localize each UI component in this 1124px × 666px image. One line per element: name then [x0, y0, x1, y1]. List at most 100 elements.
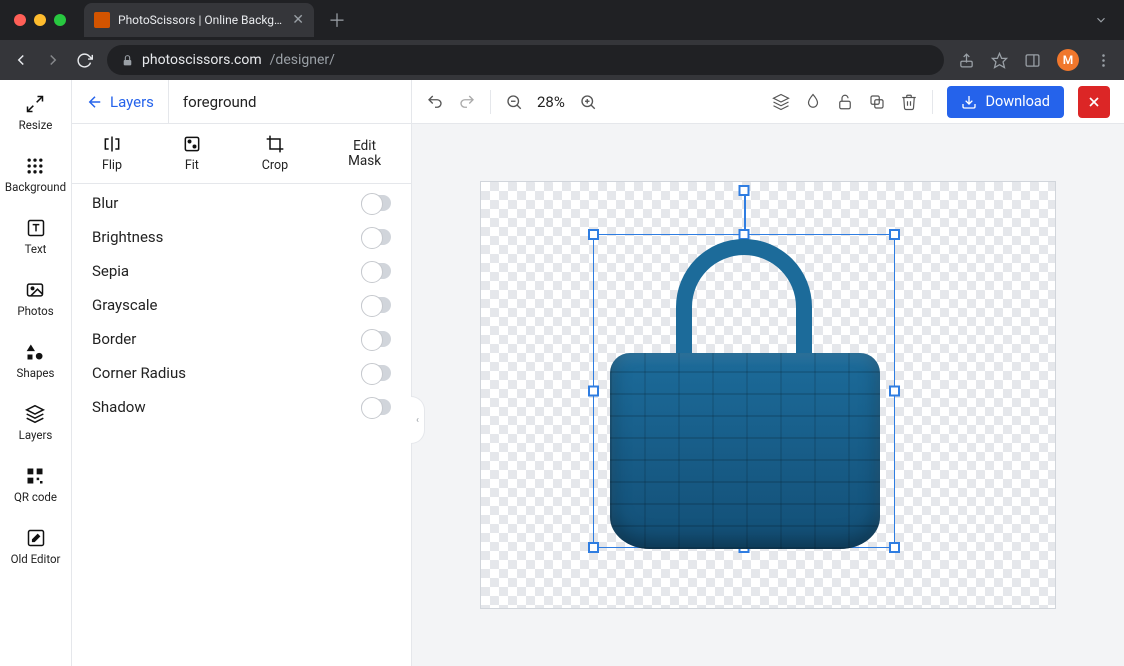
toggle-brightness: Brightness — [92, 228, 391, 246]
close-icon — [1086, 94, 1102, 110]
crop-icon — [265, 134, 285, 154]
artboard[interactable] — [480, 181, 1056, 609]
rotation-handle[interactable] — [739, 185, 750, 196]
flip-button[interactable]: Flip — [102, 134, 122, 173]
close-tab-icon[interactable]: ✕ — [292, 12, 304, 28]
minimize-window-icon[interactable] — [34, 14, 46, 26]
grid-icon — [25, 156, 45, 176]
window-controls[interactable] — [14, 14, 66, 26]
toggle-label: Shadow — [92, 398, 146, 416]
resize-handle-bl[interactable] — [588, 542, 599, 553]
undo-icon[interactable] — [426, 93, 444, 111]
profile-avatar[interactable]: M — [1057, 49, 1079, 71]
transform-tools: Flip Fit Crop Edit Mask — [72, 124, 411, 184]
selection-box[interactable] — [593, 234, 895, 548]
rail-text[interactable]: Text — [25, 218, 47, 256]
forward-icon[interactable] — [44, 51, 62, 69]
arrow-left-icon — [86, 93, 104, 111]
handbag-body-shape — [610, 353, 880, 549]
flip-icon — [102, 134, 122, 154]
switch-sepia[interactable] — [361, 263, 391, 279]
toggle-label: Brightness — [92, 228, 163, 246]
toggle-grayscale: Grayscale — [92, 296, 391, 314]
layers-icon[interactable] — [772, 93, 790, 111]
unlock-icon[interactable] — [836, 93, 854, 111]
toggle-list: Blur Brightness Sepia Grayscale Border C… — [72, 184, 411, 426]
close-window-icon[interactable] — [14, 14, 26, 26]
browser-right-icons: M — [958, 49, 1112, 71]
kebab-menu-icon[interactable] — [1095, 52, 1112, 69]
address-bar[interactable]: photoscissors.com/designer/ — [107, 45, 944, 75]
rail-resize[interactable]: Resize — [19, 94, 53, 132]
app-body: Resize Background Text Photos Shapes Lay… — [0, 80, 1124, 666]
panel-icon[interactable] — [1024, 52, 1041, 69]
resize-handle-r[interactable] — [889, 386, 900, 397]
switch-corner-radius[interactable] — [361, 365, 391, 381]
rail-label: Photos — [17, 304, 53, 318]
qrcode-icon — [25, 466, 45, 486]
rail-background[interactable]: Background — [5, 156, 66, 194]
tab-title: PhotoScissors | Online Backgr… — [118, 13, 284, 27]
back-to-layers-button[interactable]: Layers — [72, 93, 168, 111]
rail-photos[interactable]: Photos — [17, 280, 53, 318]
resize-handle-tl[interactable] — [588, 229, 599, 240]
new-tab-button[interactable]: ＋ — [328, 7, 346, 33]
foreground-image[interactable] — [604, 235, 886, 549]
rail-layers[interactable]: Layers — [19, 404, 53, 442]
switch-border[interactable] — [361, 331, 391, 347]
zoom-out-icon[interactable] — [505, 93, 523, 111]
toggle-blur: Blur — [92, 194, 391, 212]
resize-icon — [25, 94, 45, 114]
panel-header: Layers foreground — [72, 80, 411, 124]
toggle-shadow: Shadow — [92, 398, 391, 416]
separator — [932, 90, 933, 114]
switch-brightness[interactable] — [361, 229, 391, 245]
download-icon — [961, 94, 977, 110]
copy-icon[interactable] — [868, 93, 886, 111]
rail-label: Shapes — [17, 366, 55, 380]
browser-chrome: PhotoScissors | Online Backgr… ✕ ＋ photo… — [0, 0, 1124, 80]
toggle-label: Sepia — [92, 262, 129, 280]
tool-label: Fit — [185, 158, 199, 173]
left-rail: Resize Background Text Photos Shapes Lay… — [0, 80, 72, 666]
switch-grayscale[interactable] — [361, 297, 391, 313]
close-editor-button[interactable] — [1078, 86, 1110, 118]
reload-icon[interactable] — [76, 52, 93, 69]
share-icon[interactable] — [958, 52, 975, 69]
toggle-label: Blur — [92, 194, 118, 212]
resize-handle-br[interactable] — [889, 542, 900, 553]
toggle-label: Corner Radius — [92, 364, 186, 382]
maximize-window-icon[interactable] — [54, 14, 66, 26]
switch-blur[interactable] — [361, 195, 391, 211]
droplet-icon[interactable] — [804, 93, 822, 111]
tool-label: Edit Mask — [348, 139, 381, 169]
tab-strip: PhotoScissors | Online Backgr… ✕ ＋ — [0, 0, 1124, 40]
browser-tab[interactable]: PhotoScissors | Online Backgr… ✕ — [84, 3, 314, 37]
rail-shapes[interactable]: Shapes — [17, 342, 55, 380]
rail-label: Layers — [19, 428, 53, 442]
tab-overflow-icon[interactable] — [1094, 13, 1108, 27]
layers-icon — [25, 404, 45, 424]
back-icon[interactable] — [12, 51, 30, 69]
trash-icon[interactable] — [900, 93, 918, 111]
zoom-in-icon[interactable] — [579, 93, 597, 111]
crop-button[interactable]: Crop — [262, 134, 288, 173]
back-label: Layers — [110, 93, 154, 111]
history-group — [426, 93, 476, 111]
download-button[interactable]: Download — [947, 86, 1064, 118]
star-icon[interactable] — [991, 52, 1008, 69]
rail-oldeditor[interactable]: Old Editor — [11, 528, 61, 566]
rail-qrcode[interactable]: QR code — [14, 466, 57, 504]
separator — [490, 90, 491, 114]
address-bar-row: photoscissors.com/designer/ M — [0, 40, 1124, 80]
resize-handle-l[interactable] — [588, 386, 599, 397]
canvas-topbar: 28% Download — [412, 80, 1124, 124]
right-tool-group — [772, 93, 918, 111]
redo-icon[interactable] — [458, 93, 476, 111]
panel-collapse-handle[interactable]: ‹ — [411, 396, 425, 444]
fit-button[interactable]: Fit — [182, 134, 202, 173]
resize-handle-tr[interactable] — [889, 229, 900, 240]
edit-mask-button[interactable]: Edit Mask — [348, 139, 381, 169]
switch-shadow[interactable] — [361, 399, 391, 415]
canvas-stage[interactable] — [412, 124, 1124, 666]
